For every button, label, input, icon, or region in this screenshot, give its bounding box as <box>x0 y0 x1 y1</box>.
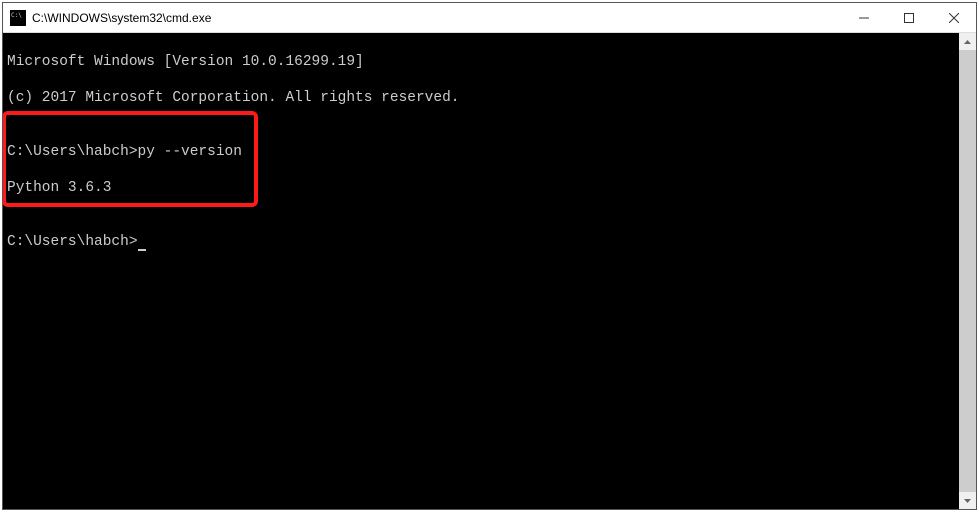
close-button[interactable] <box>931 3 976 32</box>
chevron-up-icon <box>964 40 971 44</box>
window-title: C:\WINDOWS\system32\cmd.exe <box>32 11 841 25</box>
terminal-line: C:\Users\habch>py --version <box>7 143 955 161</box>
maximize-icon <box>904 13 914 23</box>
minimize-button[interactable] <box>841 3 886 32</box>
scroll-down-button[interactable] <box>959 492 976 509</box>
terminal-line: Python 3.6.3 <box>7 179 955 197</box>
close-icon <box>949 13 959 23</box>
terminal-prompt: C:\Users\habch> <box>7 233 955 251</box>
scroll-thumb[interactable] <box>959 50 976 492</box>
scroll-track[interactable] <box>959 50 976 492</box>
terminal-line: (c) 2017 Microsoft Corporation. All righ… <box>7 89 955 107</box>
vertical-scrollbar[interactable] <box>959 33 976 509</box>
cmd-icon <box>10 10 26 26</box>
minimize-icon <box>859 13 869 23</box>
terminal-output[interactable]: Microsoft Windows [Version 10.0.16299.19… <box>3 33 959 509</box>
maximize-button[interactable] <box>886 3 931 32</box>
chevron-down-icon <box>964 499 971 503</box>
window-controls <box>841 3 976 32</box>
terminal-line: Microsoft Windows [Version 10.0.16299.19… <box>7 53 955 71</box>
scroll-up-button[interactable] <box>959 33 976 50</box>
terminal-area: Microsoft Windows [Version 10.0.16299.19… <box>3 33 976 509</box>
cmd-window: C:\WINDOWS\system32\cmd.exe Microsoft Wi… <box>2 2 977 510</box>
titlebar[interactable]: C:\WINDOWS\system32\cmd.exe <box>3 3 976 33</box>
cursor <box>138 236 146 251</box>
